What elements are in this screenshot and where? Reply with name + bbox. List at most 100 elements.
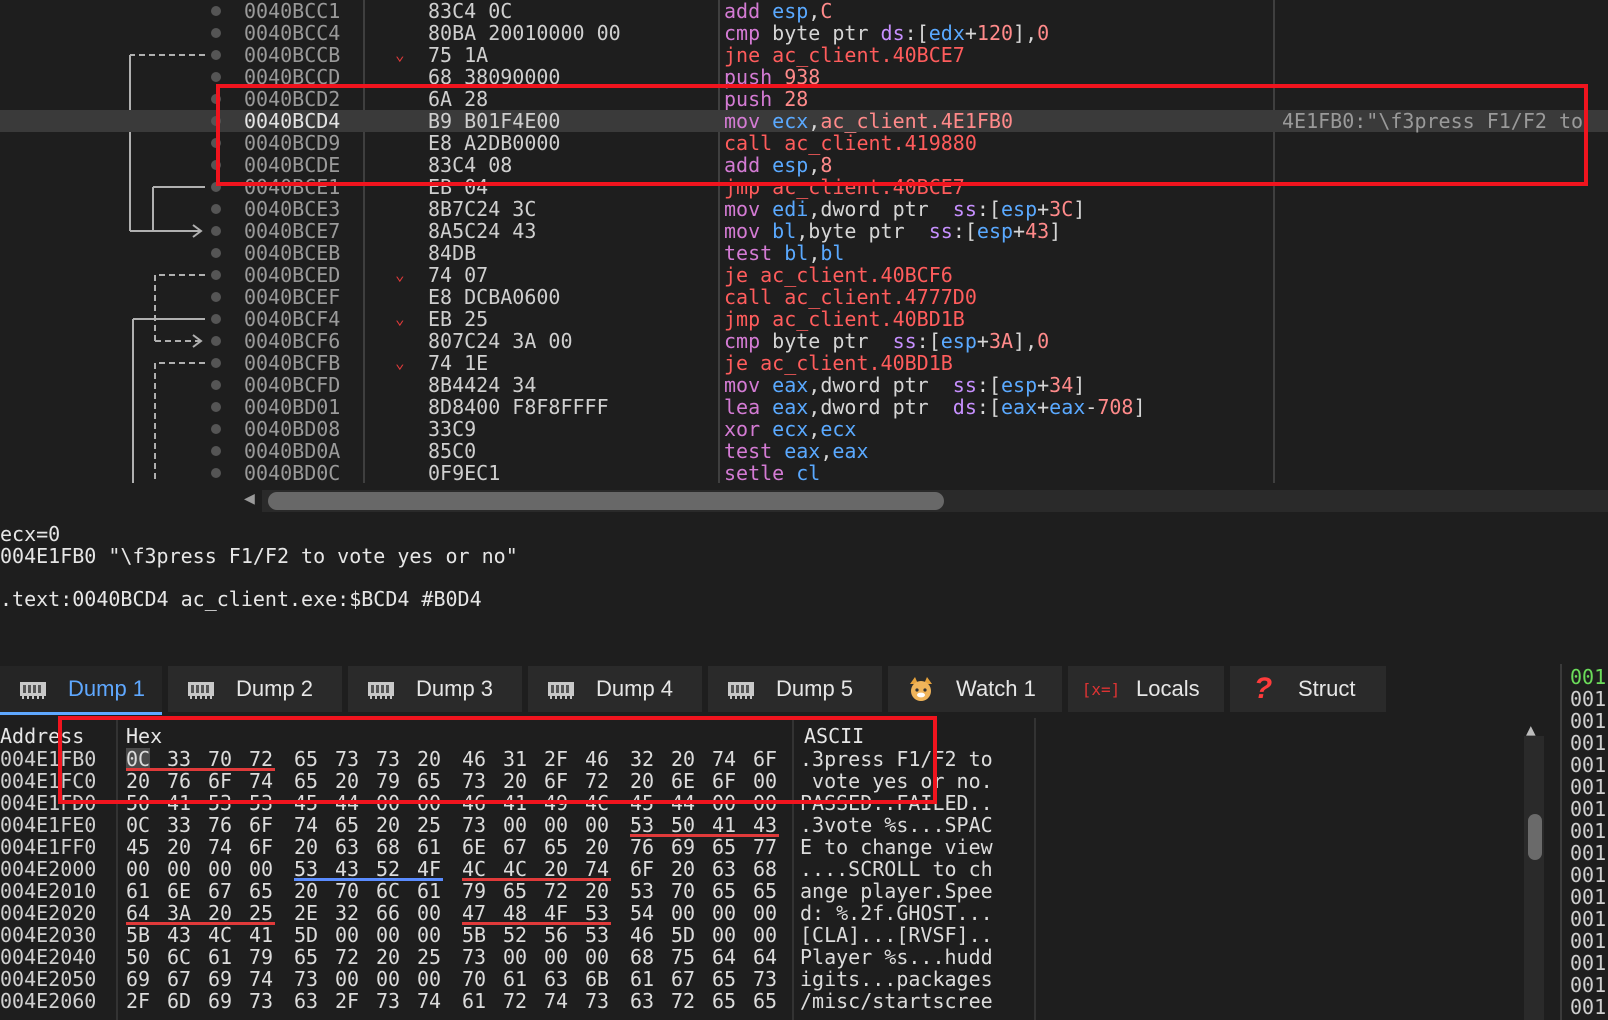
hex-byte[interactable]: 67 xyxy=(671,968,695,990)
hex-byte[interactable]: 32 xyxy=(335,902,359,924)
hex-byte[interactable]: 25 xyxy=(417,814,441,836)
hex-byte[interactable]: 74 xyxy=(585,858,609,880)
hex-byte[interactable]: 2F xyxy=(335,990,359,1012)
scroll-left-icon[interactable]: ◀ xyxy=(244,488,255,509)
disasm-row[interactable]: 0040BD08 33C9 xor ecx,ecx xyxy=(0,418,1608,440)
hex-byte[interactable]: 25 xyxy=(417,946,441,968)
hex-byte[interactable]: 50 xyxy=(126,792,150,814)
hex-byte[interactable]: 63 xyxy=(544,968,568,990)
hex-byte[interactable]: 20 xyxy=(671,748,695,770)
hex-byte[interactable]: 72 xyxy=(503,990,527,1012)
hex-byte[interactable]: 6E xyxy=(167,880,191,902)
disasm-row[interactable]: 0040BCE7 8A5C24 43 mov bl,byte ptr ss:[esp… xyxy=(0,220,1608,242)
hex-byte[interactable]: 74 xyxy=(249,770,273,792)
hex-byte[interactable]: 00 xyxy=(753,924,777,946)
hex-byte[interactable]: 53 xyxy=(630,814,654,836)
hex-byte[interactable]: 53 xyxy=(208,792,232,814)
hex-byte[interactable]: 20 xyxy=(294,880,318,902)
breakpoint-dot[interactable] xyxy=(211,28,221,38)
dump-row[interactable]: 004E1FB0 0C 33 70 72 65 73 73 20 46 31 2F 46 32 20 74 6F… xyxy=(0,748,1530,770)
hex-byte[interactable]: 00 xyxy=(417,968,441,990)
disasm-row[interactable]: 0040BD0C 0F9EC1 setle cl xyxy=(0,462,1608,483)
hex-byte[interactable]: 00 xyxy=(167,858,191,880)
hex-byte[interactable]: 00 xyxy=(503,814,527,836)
breakpoint-dot[interactable] xyxy=(211,204,221,214)
hex-byte[interactable]: 72 xyxy=(249,748,273,770)
hex-byte[interactable]: 47 xyxy=(462,902,486,924)
hex-byte[interactable]: 73 xyxy=(585,990,609,1012)
breakpoint-dot[interactable] xyxy=(211,72,221,82)
hex-byte[interactable]: 65 xyxy=(294,770,318,792)
dump-row[interactable]: 004E2060 2F 6D 69 73 63 2F 73 74 61 72 74 73 63 72 65 65… xyxy=(0,990,1530,1012)
disasm-row[interactable]: 0040BCC4 80BA 20010000 00 cmp byte ptr ds:… xyxy=(0,22,1608,44)
hex-byte[interactable]: 69 xyxy=(126,968,150,990)
stack-entry[interactable]: 001 xyxy=(1570,886,1606,908)
hex-byte[interactable]: 41 xyxy=(503,792,527,814)
hex-byte[interactable]: 65 xyxy=(294,946,318,968)
hex-byte[interactable]: 75 xyxy=(671,946,695,968)
hex-byte[interactable]: 6E xyxy=(462,836,486,858)
breakpoint-dot[interactable] xyxy=(211,292,221,302)
dump-row[interactable]: 004E2030 5B 43 4C 41 5D 00 00 00 5B 52 56 53 46 5D 00 00… xyxy=(0,924,1530,946)
hex-byte[interactable]: 70 xyxy=(671,880,695,902)
hex-byte[interactable]: 20 xyxy=(544,858,568,880)
hex-byte[interactable]: 67 xyxy=(208,880,232,902)
hex-byte[interactable]: 5D xyxy=(294,924,318,946)
hex-byte[interactable]: 69 xyxy=(671,836,695,858)
hex-byte[interactable]: 00 xyxy=(376,924,400,946)
dump-row[interactable]: 004E1FE0 0C 33 76 6F 74 65 20 25 73 00 00 00 53 50 41 43… xyxy=(0,814,1530,836)
tab-dump-4[interactable]: Dump 4 xyxy=(528,666,702,712)
hex-byte[interactable]: 74 xyxy=(712,748,736,770)
hex-byte[interactable]: 6E xyxy=(671,770,695,792)
disasm-row[interactable]: 0040BCD4 B9 B01F4E00 mov ecx,ac_client.4E1… xyxy=(0,110,1608,132)
hex-byte[interactable]: 00 xyxy=(376,792,400,814)
dump-row[interactable]: 004E1FC0 20 76 6F 74 65 20 79 65 73 20 6F 72 20 6E 6F 00… xyxy=(0,770,1530,792)
hex-byte[interactable]: 00 xyxy=(544,946,568,968)
hex-byte[interactable]: 73 xyxy=(462,814,486,836)
hex-byte[interactable]: 69 xyxy=(208,968,232,990)
hex-byte[interactable]: 00 xyxy=(712,924,736,946)
hex-byte[interactable]: 74 xyxy=(417,990,441,1012)
hex-byte[interactable]: 5D xyxy=(671,924,695,946)
hex-byte[interactable]: 00 xyxy=(417,924,441,946)
breakpoint-dot[interactable] xyxy=(211,160,221,170)
hex-byte[interactable]: 65 xyxy=(249,880,273,902)
hex-byte[interactable]: 6F xyxy=(712,770,736,792)
disasm-row[interactable]: 0040BCF6 807C24 3A 00 cmp byte ptr ss:[esp… xyxy=(0,330,1608,352)
hex-byte[interactable]: 64 xyxy=(753,946,777,968)
breakpoint-dot[interactable] xyxy=(211,6,221,16)
hex-byte[interactable]: 56 xyxy=(544,924,568,946)
hex-byte[interactable]: 00 xyxy=(208,858,232,880)
hex-byte[interactable]: 73 xyxy=(294,968,318,990)
hex-byte[interactable]: 79 xyxy=(249,946,273,968)
hex-byte[interactable]: 20 xyxy=(503,770,527,792)
hex-byte[interactable]: 00 xyxy=(585,946,609,968)
hex-byte[interactable]: 65 xyxy=(712,880,736,902)
breakpoint-dot[interactable] xyxy=(211,468,221,478)
hex-byte[interactable]: 73 xyxy=(462,770,486,792)
hex-byte[interactable]: 48 xyxy=(503,902,527,924)
disasm-row[interactable]: 0040BCCD 68 38090000 push 938 xyxy=(0,66,1608,88)
hex-byte[interactable]: 61 xyxy=(417,880,441,902)
hex-dump-view[interactable]: Address Hex ASCII 004E1FB0 0C 33 70 72 65 73 73… xyxy=(0,718,1530,1020)
hex-byte[interactable]: 4C xyxy=(585,792,609,814)
hex-byte[interactable]: 20 xyxy=(208,902,232,924)
hex-byte[interactable]: 46 xyxy=(585,748,609,770)
breakpoint-dot[interactable] xyxy=(211,358,221,368)
hex-byte[interactable]: 43 xyxy=(335,858,359,880)
hex-byte[interactable]: 2F xyxy=(126,990,150,1012)
hex-byte[interactable]: 72 xyxy=(544,880,568,902)
hex-byte[interactable]: 4F xyxy=(417,858,441,880)
hex-byte[interactable]: 5B xyxy=(126,924,150,946)
hex-byte[interactable]: 73 xyxy=(376,990,400,1012)
hex-byte[interactable]: 64 xyxy=(712,946,736,968)
hex-byte[interactable]: 74 xyxy=(208,836,232,858)
disasm-row[interactable]: 0040BCDE 83C4 08 add esp,8 xyxy=(0,154,1608,176)
hex-byte[interactable]: 00 xyxy=(712,902,736,924)
hex-byte[interactable]: 79 xyxy=(462,880,486,902)
disasm-row[interactable]: 0040BD01 8D8400 F8F8FFFF lea eax,dword ptr… xyxy=(0,396,1608,418)
hex-byte[interactable]: 68 xyxy=(630,946,654,968)
hex-byte[interactable]: 73 xyxy=(753,968,777,990)
hex-byte[interactable]: 3A xyxy=(167,902,191,924)
hex-byte[interactable]: 6F xyxy=(249,836,273,858)
